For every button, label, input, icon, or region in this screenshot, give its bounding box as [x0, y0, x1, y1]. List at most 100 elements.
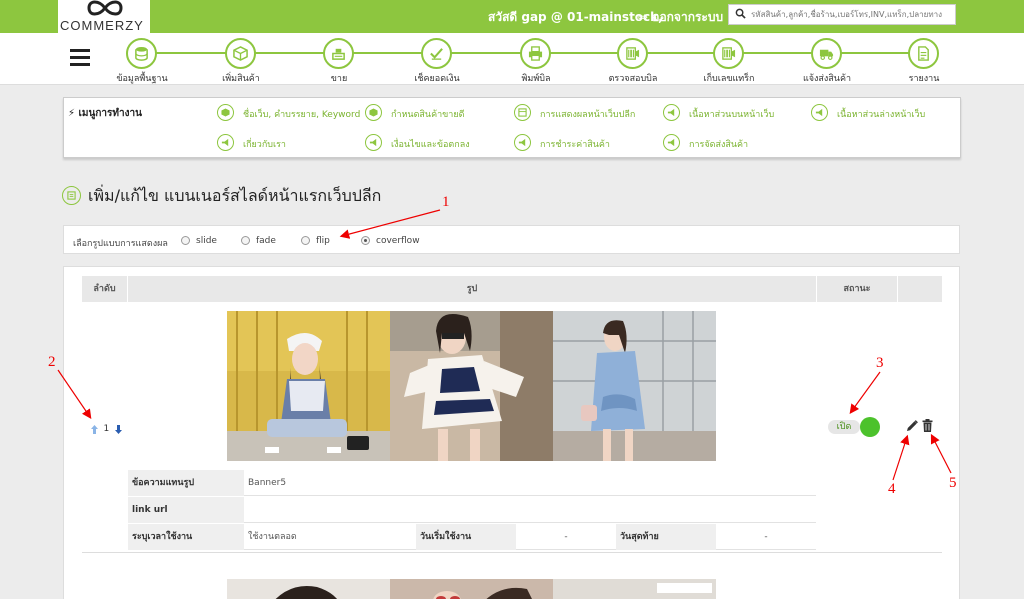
megaphone-icon — [811, 104, 828, 121]
hamburger-menu-icon[interactable] — [70, 49, 90, 66]
megaphone-icon — [514, 134, 531, 151]
annotation-2: 2 — [48, 354, 56, 370]
menu-item-label: ชื่อเว็บ, คำบรรยาย, Keyword — [243, 110, 361, 120]
step-sell[interactable]: ขาย — [299, 38, 379, 85]
megaphone-icon — [663, 134, 680, 151]
pencil-edit-icon[interactable] — [906, 420, 918, 432]
start-date-value: - — [564, 532, 568, 542]
usage-time-value: ใช้งานตลอด — [248, 532, 297, 542]
logo-text: COMMERZY — [60, 18, 144, 33]
step-print-bill[interactable]: พิมพ์บิล — [496, 38, 576, 85]
annotation-1: 1 — [442, 194, 450, 210]
menu-item-label: การชำระค่าสินค้า — [540, 140, 610, 150]
header-status: สถานะ — [843, 284, 871, 294]
radio-button[interactable] — [241, 236, 250, 245]
end-date-value: - — [764, 532, 768, 542]
radio-label: flip — [316, 236, 330, 246]
step-label: เช็คยอดเงิน — [414, 74, 460, 84]
step-report[interactable]: รายงาน — [884, 38, 964, 85]
trash-delete-icon[interactable] — [922, 419, 933, 432]
barcode-scan-icon — [617, 38, 648, 69]
status-toggle[interactable] — [860, 417, 880, 437]
display-mode-selector: เลือกรูปแบบการแสดงผล slide fade flip cov… — [63, 225, 960, 254]
box-icon — [217, 104, 234, 121]
menu-title: ⚡ เมนูการทำงาน — [68, 108, 142, 119]
alt-text-value: Banner5 — [248, 478, 287, 488]
step-check-money[interactable]: เช็คยอดเงิน — [397, 38, 477, 85]
radio-label: slide — [196, 236, 217, 246]
step-verify-bill[interactable]: ตรวจสอบบิล — [593, 38, 673, 85]
step-add-product[interactable]: เพิ่มสินค้า — [201, 38, 281, 85]
logout-label: ออกจากระบบ — [652, 10, 724, 24]
annotation-3: 3 — [876, 355, 884, 371]
info-row-link: link url — [128, 497, 816, 523]
check-money-icon — [421, 38, 452, 69]
row-divider — [82, 552, 942, 553]
search-box — [728, 4, 956, 25]
menu-item-label: เงื่อนไขและข้อตกลง — [391, 140, 470, 150]
banner-photo-1 — [227, 311, 390, 461]
step-label: ขาย — [330, 74, 348, 84]
start-date-label: วันเริ่มใช้งาน — [416, 524, 516, 550]
radio-label: fade — [256, 236, 276, 246]
table-header: ลำดับ รูป สถานะ — [82, 276, 942, 302]
logo[interactable]: COMMERZY — [58, 0, 150, 33]
step-label: รายงาน — [908, 74, 940, 84]
end-date-label: วันสุดท้าย — [616, 524, 716, 550]
radio-button-selected[interactable] — [361, 236, 370, 245]
link-url-value — [244, 497, 816, 523]
cash-register-icon — [323, 38, 354, 69]
radio-button[interactable] — [181, 236, 190, 245]
move-up-icon[interactable] — [91, 424, 98, 434]
usage-time-label: ระบุเวลาใช้งาน — [128, 524, 244, 550]
alt-text-label: ข้อความแทนรูป — [128, 470, 244, 496]
banner-image — [227, 311, 716, 461]
radio-button[interactable] — [301, 236, 310, 245]
megaphone-icon — [217, 134, 234, 151]
banner-image-next — [227, 579, 716, 599]
radio-label: coverflow — [376, 236, 420, 246]
order-number: 1 — [103, 424, 110, 434]
report-icon — [908, 38, 939, 69]
search-icon — [735, 8, 746, 19]
step-label: ข้อมูลพื้นฐาน — [116, 74, 168, 84]
order-control: 1 — [91, 422, 122, 434]
header-order: ลำดับ — [93, 284, 116, 294]
database-icon — [126, 38, 157, 69]
search-input[interactable] — [751, 7, 951, 22]
menu-item-label: เกี่ยวกับเรา — [243, 140, 286, 150]
box-icon — [365, 104, 382, 121]
move-down-icon[interactable] — [114, 424, 122, 434]
logout-link[interactable]: ⇨ ออกจากระบบ — [638, 8, 723, 27]
truck-icon — [811, 38, 842, 69]
step-label: แจ้งส่งสินค้า — [802, 74, 852, 84]
page-title: เพิ่ม/แก้ไข แบนเนอร์สไลด์หน้าแรกเว็บปลีก — [88, 186, 382, 205]
annotation-5: 5 — [949, 475, 957, 491]
printer-icon — [520, 38, 551, 69]
info-row-time: ระบุเวลาใช้งาน ใช้งานตลอด วันเริ่มใช้งาน… — [128, 524, 816, 550]
step-tracking-number[interactable]: เก็บเลขแทร็ก — [689, 38, 769, 85]
step-label: ตรวจสอบบิล — [608, 74, 658, 84]
work-menu-card: ⚡ เมนูการทำงาน ชื่อเว็บ, คำบรรยาย, Keywo… — [63, 97, 961, 158]
step-notify-shipping[interactable]: แจ้งส่งสินค้า — [787, 38, 867, 85]
step-label: พิมพ์บิล — [521, 74, 551, 84]
megaphone-icon — [365, 134, 382, 151]
box-icon — [225, 38, 256, 69]
layout-icon — [514, 104, 531, 121]
menu-item-label: การจัดส่งสินค้า — [689, 140, 749, 150]
step-label: เพิ่มสินค้า — [222, 74, 260, 84]
step-label: เก็บเลขแทร็ก — [703, 74, 755, 84]
step-basic-data[interactable]: ข้อมูลพื้นฐาน — [102, 38, 182, 85]
banner-photo-3 — [553, 311, 716, 461]
barcode-scan-icon — [713, 38, 744, 69]
annotation-4: 4 — [888, 481, 896, 497]
header-image: รูป — [466, 284, 478, 294]
infinity-logo-icon — [87, 0, 123, 16]
menu-item-label: เนื้อหาส่วนบนหน้าเว็บ — [689, 110, 775, 120]
status-badge: เปิด — [828, 420, 860, 434]
display-mode-label: เลือกรูปแบบการแสดงผล — [73, 239, 168, 249]
lightning-icon: ⚡ — [68, 108, 76, 119]
menu-item-label: เนื้อหาส่วนล่างหน้าเว็บ — [837, 110, 926, 120]
megaphone-icon — [663, 104, 680, 121]
top-bar: COMMERZY สวัสดี gap @ 01-mainstock, ⇨ ออ… — [0, 0, 1024, 33]
